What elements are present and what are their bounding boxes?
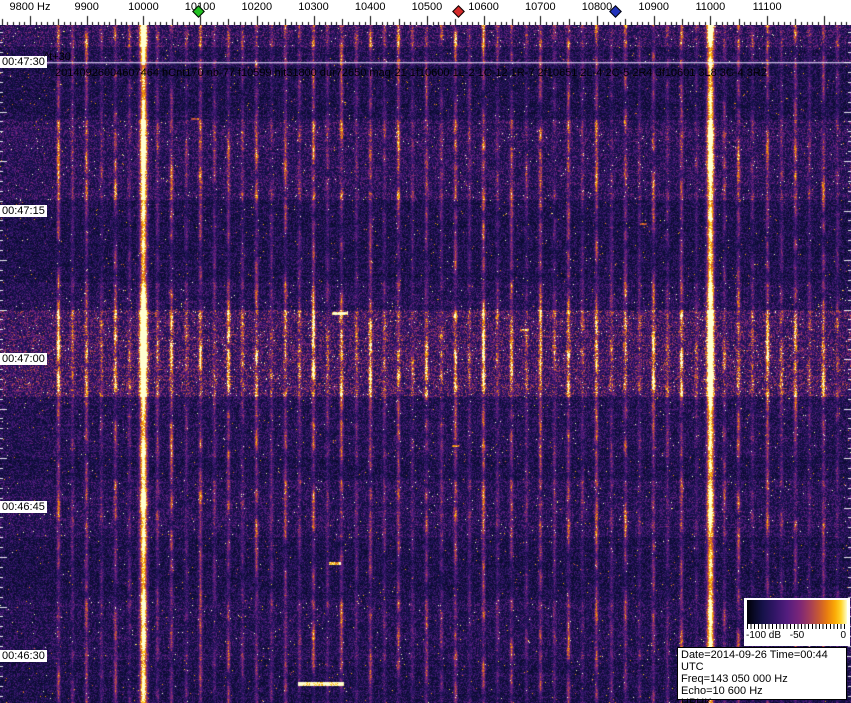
- time-tick-label: 00:46:30: [0, 650, 47, 662]
- freq-tick-label: 10300: [298, 1, 329, 13]
- db-legend-ticks: [747, 624, 847, 629]
- db-color-legend: -100 dB -50 0: [744, 598, 850, 646]
- freq-tick-label: 10700: [525, 1, 556, 13]
- spectrogram-canvas: [0, 25, 851, 703]
- freq-tick-label: 10500: [411, 1, 443, 13]
- freq-tick-label: 10600: [468, 1, 499, 13]
- time-tick-label: 00:47:15: [0, 205, 47, 217]
- freq-tick-label: 9900: [74, 1, 99, 13]
- observation-info-box: Date=2014-09-26 Time=00:44 UTC Freq=143 …: [677, 647, 847, 703]
- freq-tick-label: 10200: [241, 1, 273, 13]
- time-offset-annotation: ^t+30: [44, 51, 71, 63]
- time-tick-label: 00:47:00: [0, 353, 47, 365]
- legend-min-label: -100 dB: [746, 630, 782, 641]
- legend-mid-label: -50: [789, 630, 805, 641]
- freq-tick-label: 10400: [354, 1, 386, 13]
- time-tick-label: 00:47:30: [0, 56, 47, 68]
- meteor-waterfall-display: 9800 Hz990010000101001020010300104001050…: [0, 0, 851, 703]
- freq-tick-label: 11100: [752, 1, 782, 13]
- freq-tick-label: 11000: [695, 1, 726, 13]
- frequency-axis: 9800 Hz990010000101001020010300104001050…: [0, 0, 851, 25]
- info-frequency: Freq=143 050 000 Hz: [681, 673, 788, 685]
- freq-tick-label: 10000: [128, 1, 159, 13]
- freq-tick-label: 10900: [638, 1, 669, 13]
- info-station-id: HPHK: [681, 697, 712, 703]
- freq-tick-label: 9800 Hz: [9, 1, 51, 13]
- time-tick-label: 00:46:45: [0, 501, 47, 513]
- freq-tick-label: 10800: [581, 1, 613, 13]
- detection-data-annotation: 20140926004607464 hCnt170 nb-77 f10599 h…: [55, 67, 767, 79]
- info-echo-frequency: Echo=10 600 Hz: [681, 685, 763, 697]
- db-gradient-bar: [747, 600, 847, 624]
- legend-max-label: 0: [840, 630, 846, 641]
- db-legend-labels: -100 dB -50 0: [744, 630, 850, 644]
- waterfall-area: 00:47:30 00:47:15 00:47:00 00:46:45 00:46:30…: [0, 25, 851, 703]
- info-date-time: Date=2014-09-26 Time=00:44 UTC: [681, 649, 828, 673]
